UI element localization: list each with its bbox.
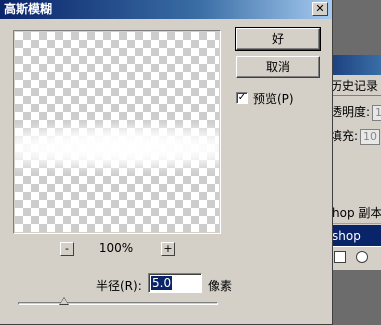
zoom-out-button[interactable]: -: [60, 242, 74, 256]
radius-input[interactable]: 5.0: [148, 273, 202, 293]
preview-checkbox[interactable]: ✓: [236, 92, 248, 104]
fill-label: 填充:: [330, 129, 359, 143]
radius-slider-track[interactable]: [18, 302, 218, 305]
gaussian-blur-dialog: 高斯模糊 ✕ - 100% + 好 取消 ✓ 预览(P) 半径(R): 5.0 …: [0, 0, 333, 325]
opacity-field[interactable]: 10: [372, 105, 381, 121]
layer-item-selected[interactable]: shop: [330, 225, 381, 247]
preview-frame: [13, 30, 221, 234]
preview-checkbox-label[interactable]: 预览(P): [253, 90, 294, 107]
fill-row: 填充: 10: [330, 127, 381, 145]
radius-unit-label: 像素: [208, 279, 233, 293]
cancel-button[interactable]: 取消: [236, 56, 320, 78]
layer-item[interactable]: hop 副本: [330, 202, 381, 224]
adjustment-layer-icon[interactable]: [356, 251, 368, 263]
blurred-content: [15, 124, 219, 172]
radius-label: 半径(R):: [96, 279, 142, 293]
preview-canvas[interactable]: [15, 32, 219, 232]
close-button[interactable]: ✕: [312, 2, 328, 16]
new-layer-icon[interactable]: [334, 251, 346, 263]
radius-slider-thumb[interactable]: [59, 297, 69, 305]
tab-history-label: 历史记录: [330, 79, 379, 93]
fill-field[interactable]: 10: [360, 129, 381, 145]
opacity-label: 透明度:: [330, 105, 371, 119]
zoom-level: 100%: [98, 241, 134, 255]
dialog-title: 高斯模糊: [4, 2, 53, 16]
dialog-titlebar[interactable]: 高斯模糊 ✕: [0, 0, 332, 19]
radius-value: 5.0: [151, 276, 173, 290]
zoom-in-button[interactable]: +: [161, 242, 175, 256]
ok-button[interactable]: 好: [235, 27, 321, 51]
opacity-row: 透明度:10: [330, 103, 381, 121]
